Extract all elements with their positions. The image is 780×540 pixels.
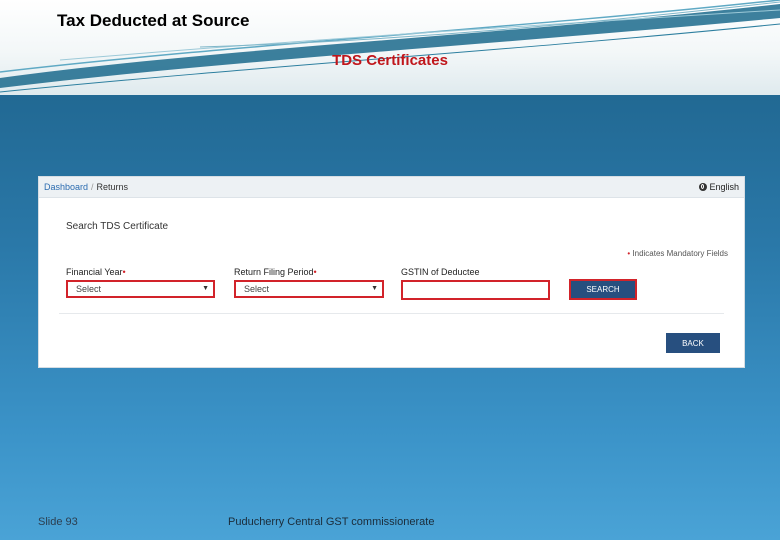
gstin-label: GSTIN of Deductee	[401, 267, 480, 277]
return-period-select[interactable]: Select ▼	[234, 280, 384, 298]
divider	[59, 313, 724, 314]
return-period-value: Select	[244, 284, 270, 294]
required-marker: •	[627, 249, 631, 258]
required-marker: •	[122, 267, 126, 277]
search-button[interactable]: SEARCH	[569, 279, 637, 300]
financial-year-select[interactable]: Select ▼	[66, 280, 215, 298]
financial-year-label: Financial Year•	[66, 267, 126, 277]
portal-screenshot: Dashboard / Returns English Search TDS Cer…	[38, 176, 745, 368]
required-marker: •	[313, 267, 317, 277]
breadcrumb-separator: /	[91, 182, 94, 192]
return-period-label-text: Return Filing Period	[234, 267, 314, 277]
slide-number: Slide 93	[38, 516, 78, 528]
gstin-input[interactable]	[401, 280, 550, 300]
mandatory-note-text: Indicates Mandatory Fields	[632, 249, 728, 258]
chevron-down-icon: ▼	[202, 285, 209, 292]
breadcrumb: Dashboard / Returns	[44, 182, 128, 192]
slide-footer: Puducherry Central GST commissionerate	[228, 516, 435, 528]
breadcrumb-current: Returns	[96, 182, 129, 192]
return-period-label: Return Filing Period•	[234, 267, 317, 277]
language-label: English	[709, 182, 739, 192]
financial-year-label-text: Financial Year	[66, 267, 123, 277]
language-selector[interactable]: English	[699, 182, 739, 192]
back-button[interactable]: BACK	[666, 333, 720, 353]
search-heading: Search TDS Certificate	[66, 221, 169, 232]
financial-year-value: Select	[76, 284, 102, 294]
portal-top-bar: Dashboard / Returns English	[39, 177, 744, 198]
slide-subtitle: TDS Certificates	[332, 52, 448, 69]
globe-icon	[699, 183, 708, 191]
breadcrumb-dashboard-link[interactable]: Dashboard	[44, 182, 88, 192]
slide-title: Tax Deducted at Source	[57, 11, 250, 30]
chevron-down-icon: ▼	[371, 285, 378, 292]
mandatory-note: • Indicates Mandatory Fields	[627, 249, 728, 258]
